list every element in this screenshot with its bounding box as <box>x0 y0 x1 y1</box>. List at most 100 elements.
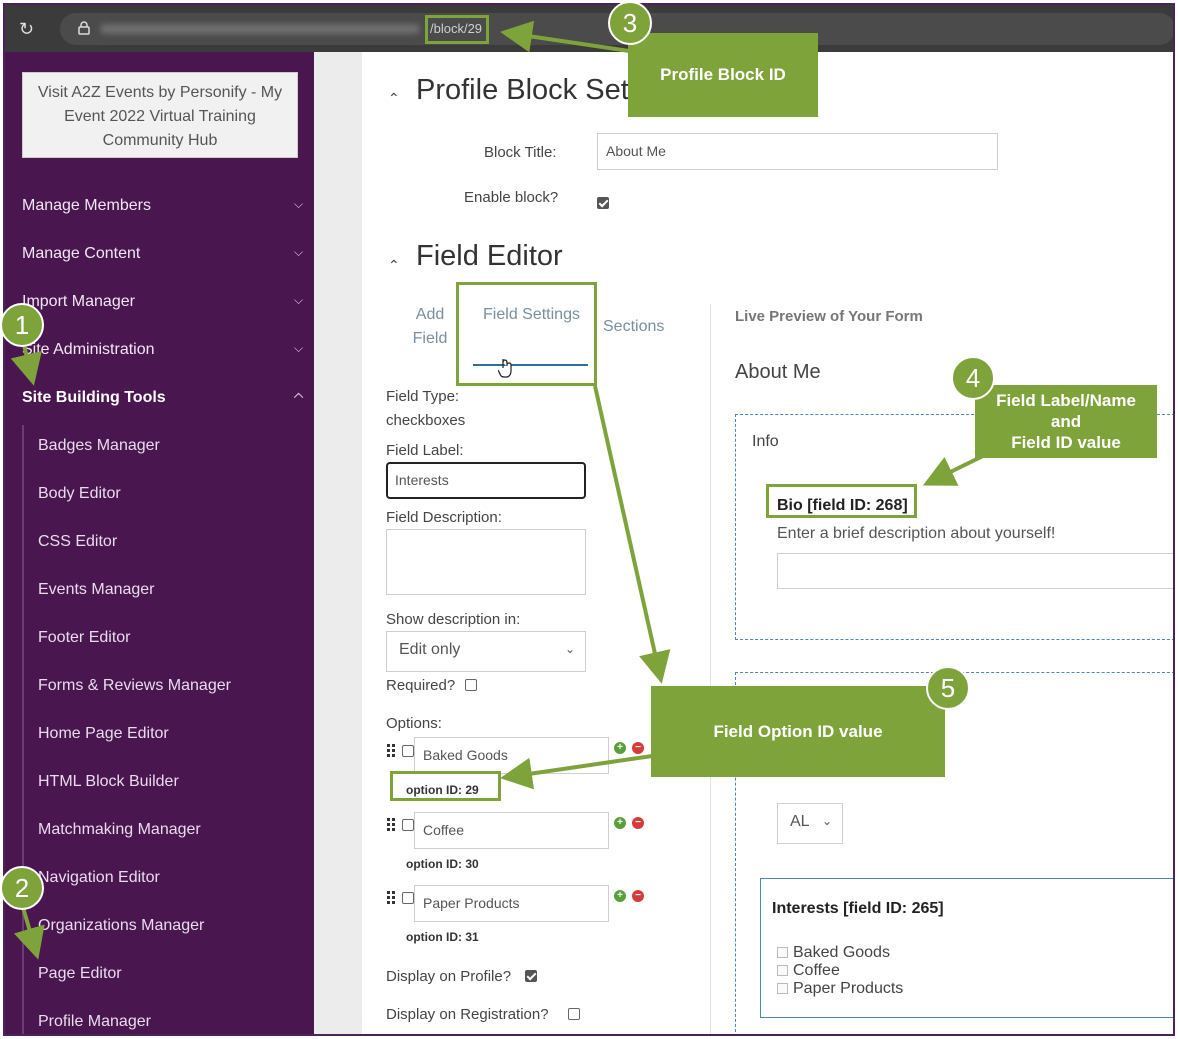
sidebar-sub-forms-reviews-manager[interactable]: Forms & Reviews Manager <box>38 677 231 695</box>
required-checkbox[interactable] <box>465 679 477 691</box>
sidebar-sub-page-editor[interactable]: Page Editor <box>38 965 122 983</box>
admin-sidebar: Visit A2Z Events by Personify - My Event… <box>5 52 314 1034</box>
tab-sections[interactable]: Sections <box>603 315 664 339</box>
block-title-label: Block Title: <box>484 144 557 161</box>
option-checkbox[interactable] <box>402 745 414 757</box>
drag-handle-icon[interactable] <box>387 818 397 832</box>
chevron-down-icon: ⌄ <box>564 642 575 656</box>
sidebar-item-label: Import Manager <box>22 293 135 310</box>
option-id-label: option ID: 30 <box>406 857 479 871</box>
sidebar-item-label: Manage Members <box>22 197 151 214</box>
interests-field-label: Interests [field ID: 265] <box>772 900 944 917</box>
chevron-down-icon: ⌵ <box>294 341 304 355</box>
visit-site-link[interactable]: Visit A2Z Events by Personify - My Event… <box>22 72 298 158</box>
field-description-label: Field Description: <box>386 509 502 526</box>
step-badge-3: 3 <box>608 1 652 45</box>
field-type-label: Field Type: <box>386 388 460 405</box>
option-id-highlight-box <box>390 771 501 801</box>
sidebar-sub-html-block-builder[interactable]: HTML Block Builder <box>38 773 179 791</box>
required-label: Required? <box>386 677 456 694</box>
callout-field-option-id: Field Option ID value <box>651 686 945 777</box>
field-type-value: checkboxes <box>386 412 466 429</box>
sidebar-item-label: Manage Content <box>22 245 141 262</box>
bio-input[interactable] <box>777 553 1173 589</box>
sidebar-sub-navigation-editor[interactable]: Navigation Editor <box>38 869 160 887</box>
state-select[interactable]: AL ⌄ <box>777 803 843 844</box>
submenu-line <box>22 425 24 1034</box>
chevron-down-icon: ⌵ <box>294 197 304 211</box>
preview-checkbox[interactable] <box>777 983 788 994</box>
sidebar-item-manage-content[interactable]: Manage Content ⌵ <box>22 245 303 263</box>
blurred-url <box>100 24 420 34</box>
enable-block-checkbox[interactable] <box>597 197 609 209</box>
sidebar-sub-events-manager[interactable]: Events Manager <box>38 581 155 599</box>
column-divider <box>710 304 711 1034</box>
drag-handle-icon[interactable] <box>387 891 397 905</box>
show-description-label: Show description in: <box>386 611 521 628</box>
option-input[interactable]: Baked Goods <box>414 737 609 774</box>
option-input[interactable]: Paper Products <box>414 885 609 922</box>
live-preview-heading: Live Preview of Your Form <box>735 308 923 325</box>
sidebar-sub-footer-editor[interactable]: Footer Editor <box>38 629 130 647</box>
option-checkbox[interactable] <box>402 819 414 831</box>
step-badge-4: 4 <box>951 356 995 400</box>
display-on-registration-label: Display on Registration? <box>386 1006 549 1023</box>
display-on-registration-checkbox[interactable] <box>568 1008 580 1020</box>
preview-checkbox[interactable] <box>777 947 788 958</box>
step-badge-1: 1 <box>0 303 44 347</box>
collapse-caret-icon[interactable]: ⌃ <box>388 90 400 107</box>
preview-form-title: About Me <box>735 361 821 383</box>
preview-option-label: Coffee <box>793 962 840 979</box>
add-option-icon[interactable]: + <box>614 742 626 754</box>
sidebar-sub-css-editor[interactable]: CSS Editor <box>38 533 117 551</box>
callout-profile-block-id: Profile Block ID <box>628 33 818 117</box>
field-settings-highlight-box <box>456 282 597 386</box>
preview-checkbox[interactable] <box>777 965 788 976</box>
sidebar-item-import-manager[interactable]: Import Manager ⌵ <box>22 293 303 311</box>
option-checkbox[interactable] <box>402 892 414 904</box>
callout4-line1: Field Label/Name <box>996 391 1136 410</box>
add-option-icon[interactable]: + <box>614 890 626 902</box>
sidebar-item-site-administration[interactable]: Site Administration ⌵ <box>22 341 303 359</box>
reload-icon[interactable]: ↻ <box>19 19 39 39</box>
main-area: ⌃ Profile Block Settings Block Title: Ab… <box>314 52 1173 1034</box>
sidebar-sub-profile-manager[interactable]: Profile Manager <box>38 1013 151 1031</box>
tab-add-field[interactable]: Add Field <box>404 303 456 351</box>
sidebar-item-label: Site Building Tools <box>22 389 166 406</box>
lock-icon <box>78 21 90 35</box>
options-label: Options: <box>386 715 442 732</box>
field-label-input[interactable]: Interests <box>386 462 586 499</box>
field-label-label: Field Label: <box>386 442 464 459</box>
display-on-profile-checkbox[interactable] <box>525 970 537 982</box>
browser-toolbar: ↻ /block/29 <box>5 5 1173 52</box>
option-input[interactable]: Coffee <box>414 812 609 849</box>
sidebar-sub-matchmaking-manager[interactable]: Matchmaking Manager <box>38 821 201 839</box>
sidebar-sub-body-editor[interactable]: Body Editor <box>38 485 121 503</box>
option-id-label: option ID: 31 <box>406 930 479 944</box>
chevron-up-icon: ⌵ <box>294 390 304 404</box>
add-option-icon[interactable]: + <box>614 817 626 829</box>
callout4-line2: and <box>1050 412 1082 431</box>
content-panel: ⌃ Profile Block Settings Block Title: Ab… <box>362 52 1173 1034</box>
enable-block-label: Enable block? <box>464 189 559 206</box>
display-on-profile-label: Display on Profile? <box>386 968 512 985</box>
sidebar-sub-badges-manager[interactable]: Badges Manager <box>38 437 160 455</box>
sidebar-sub-organizations-manager[interactable]: Organizations Manager <box>38 917 204 935</box>
callout-field-label-id: Field Label/Name and Field ID value <box>975 385 1157 458</box>
remove-option-icon[interactable]: − <box>632 817 644 829</box>
sidebar-item-label: Site Administration <box>22 341 155 358</box>
sidebar-sub-home-page-editor[interactable]: Home Page Editor <box>38 725 169 743</box>
block-title-input[interactable]: About Me <box>597 133 998 170</box>
state-select-value: AL <box>790 813 810 830</box>
drag-handle-icon[interactable] <box>387 744 397 758</box>
remove-option-icon[interactable]: − <box>632 890 644 902</box>
bio-field-description: Enter a brief description about yourself… <box>777 525 1056 542</box>
remove-option-icon[interactable]: − <box>632 742 644 754</box>
show-description-select[interactable]: Edit only ⌄ <box>386 631 586 672</box>
screenshot-frame: ↻ /block/29 Visit A2Z Events by Personif… <box>3 3 1175 1036</box>
field-description-textarea[interactable] <box>386 529 586 595</box>
sidebar-item-site-building-tools[interactable]: Site Building Tools ⌵ <box>22 389 303 407</box>
field-editor-title: Field Editor <box>416 240 563 272</box>
collapse-caret-icon[interactable]: ⌃ <box>388 257 400 274</box>
sidebar-item-manage-members[interactable]: Manage Members ⌵ <box>22 197 303 215</box>
